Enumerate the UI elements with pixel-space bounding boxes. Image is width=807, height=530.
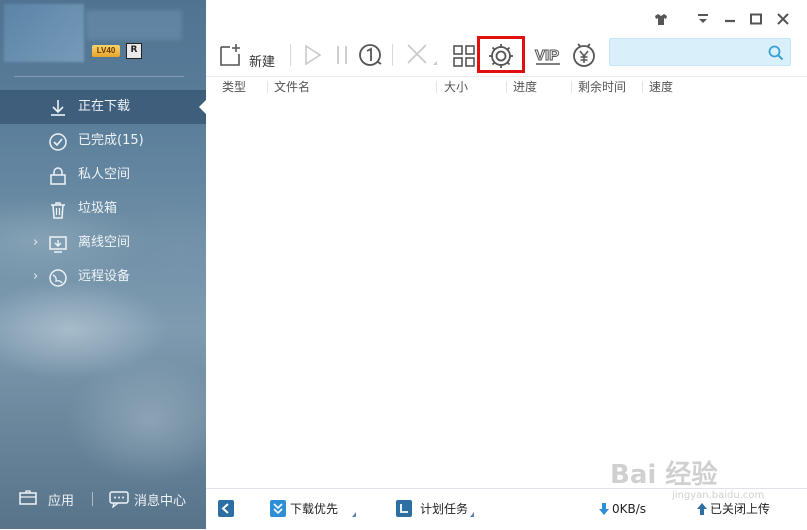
apps-button[interactable]: 应用 bbox=[18, 490, 74, 510]
highlight-box bbox=[477, 36, 525, 73]
upload-status-label: 已关闭上传 bbox=[710, 502, 771, 516]
status-bar: 下载优先 计划任务 0KB/s 已关闭上传 bbox=[206, 488, 807, 530]
new-file-icon bbox=[220, 44, 240, 66]
sidebar-nav: 正在下载 已完成(15) 私人空间 垃圾箱 › 离线空间 › 远程设备 bbox=[0, 90, 206, 294]
column-divider[interactable] bbox=[571, 81, 572, 93]
download-list[interactable] bbox=[206, 97, 807, 486]
toolbar-divider bbox=[392, 44, 393, 66]
toolbar-divider bbox=[290, 44, 291, 66]
download-priority-icon bbox=[270, 500, 286, 517]
message-center-button[interactable]: 消息中心 bbox=[108, 490, 186, 512]
wallet-yuan-icon[interactable] bbox=[570, 40, 598, 70]
sidebar-bottom-bar: 应用 消息中心 bbox=[0, 484, 206, 514]
new-task-button[interactable]: 新建 bbox=[218, 40, 290, 70]
sidebar-item-label: 远程设备 bbox=[78, 269, 131, 284]
scheduled-tasks-label: 计划任务 bbox=[420, 502, 469, 516]
divider bbox=[92, 492, 93, 506]
download-speed-value: 0KB/s bbox=[612, 502, 647, 516]
sidebar-item-label: 已完成(15) bbox=[78, 133, 144, 148]
level-badge[interactable]: LV40 bbox=[92, 45, 120, 57]
table-header: 类型 文件名 大小 进度 剩余时间 速度 bbox=[206, 76, 807, 97]
lock-icon bbox=[50, 167, 66, 185]
upload-arrow-icon bbox=[697, 503, 707, 515]
search-input[interactable] bbox=[616, 43, 768, 63]
toolbar: 新建 VIP bbox=[206, 36, 807, 76]
chevron-left-icon bbox=[221, 503, 229, 514]
sidebar-item-offline-space[interactable]: › 离线空间 bbox=[0, 226, 206, 260]
sidebar-item-trash[interactable]: 垃圾箱 bbox=[0, 192, 206, 226]
column-header-filename[interactable]: 文件名 bbox=[274, 79, 310, 95]
cloud-drive-icon bbox=[49, 236, 67, 253]
message-center-label: 消息中心 bbox=[134, 494, 187, 509]
search-box[interactable] bbox=[609, 38, 791, 66]
message-icon bbox=[109, 491, 129, 509]
svg-text:VIP: VIP bbox=[535, 47, 559, 64]
main-panel: 新建 VIP 类型 文件名 大小 进度 剩余时间 速度 下载优先 计划任务 0K… bbox=[206, 0, 807, 530]
avatar[interactable] bbox=[4, 4, 84, 62]
trash-icon bbox=[51, 202, 65, 219]
vip-icon[interactable]: VIP bbox=[534, 40, 562, 70]
column-divider[interactable] bbox=[436, 81, 437, 93]
sidebar: LV40 R 正在下载 已完成(15) 私人空间 垃圾箱 › 离线空间 › 远程… bbox=[0, 0, 206, 529]
apps-icon bbox=[19, 490, 37, 505]
collapse-sidebar-button[interactable] bbox=[218, 500, 234, 517]
menu-icon[interactable] bbox=[696, 12, 710, 26]
minimize-icon[interactable] bbox=[723, 12, 737, 26]
sidebar-item-label: 垃圾箱 bbox=[78, 201, 118, 216]
column-divider[interactable] bbox=[267, 81, 268, 93]
search-icon[interactable] bbox=[768, 45, 784, 61]
column-header-type[interactable]: 类型 bbox=[222, 79, 246, 95]
column-header-speed[interactable]: 速度 bbox=[649, 79, 673, 95]
download-speed-arrow-icon bbox=[599, 503, 609, 515]
view-grid-icon[interactable] bbox=[452, 40, 476, 70]
username bbox=[86, 10, 182, 40]
apps-label: 应用 bbox=[48, 494, 75, 509]
close-icon[interactable] bbox=[776, 12, 790, 26]
dropdown-arrow-icon[interactable] bbox=[352, 512, 356, 517]
chevron-right-icon[interactable]: › bbox=[33, 260, 38, 294]
sidebar-item-label: 正在下载 bbox=[78, 99, 131, 114]
sidebar-item-label: 离线空间 bbox=[78, 235, 131, 250]
speed-limit-icon[interactable] bbox=[356, 40, 384, 70]
column-header-size[interactable]: 大小 bbox=[444, 79, 468, 95]
check-circle-icon bbox=[49, 133, 67, 151]
start-icon[interactable] bbox=[302, 40, 324, 70]
maximize-icon[interactable] bbox=[749, 12, 763, 26]
column-header-progress[interactable]: 进度 bbox=[513, 79, 537, 95]
download-arrow-icon bbox=[51, 100, 65, 116]
sidebar-divider bbox=[14, 76, 184, 77]
vip-status-badge[interactable]: R bbox=[126, 43, 142, 59]
delete-icon[interactable] bbox=[404, 40, 440, 70]
new-task-label: 新建 bbox=[249, 55, 276, 70]
title-bar bbox=[206, 0, 807, 36]
sidebar-item-private-space[interactable]: 私人空间 bbox=[0, 158, 206, 192]
globe-icon bbox=[49, 269, 67, 287]
dropdown-arrow-icon[interactable] bbox=[470, 512, 474, 517]
sidebar-item-downloading[interactable]: 正在下载 bbox=[0, 90, 206, 124]
column-divider[interactable] bbox=[506, 81, 507, 93]
schedule-icon bbox=[396, 500, 412, 517]
column-divider[interactable] bbox=[642, 81, 643, 93]
column-header-time-remaining[interactable]: 剩余时间 bbox=[578, 79, 626, 95]
sidebar-item-remote-devices[interactable]: › 远程设备 bbox=[0, 260, 206, 294]
download-priority-label: 下载优先 bbox=[290, 502, 339, 516]
skin-icon[interactable] bbox=[654, 12, 668, 26]
pause-icon[interactable] bbox=[334, 40, 350, 70]
sidebar-item-completed[interactable]: 已完成(15) bbox=[0, 124, 206, 158]
sidebar-item-label: 私人空间 bbox=[78, 167, 131, 182]
chevron-right-icon[interactable]: › bbox=[33, 226, 38, 260]
